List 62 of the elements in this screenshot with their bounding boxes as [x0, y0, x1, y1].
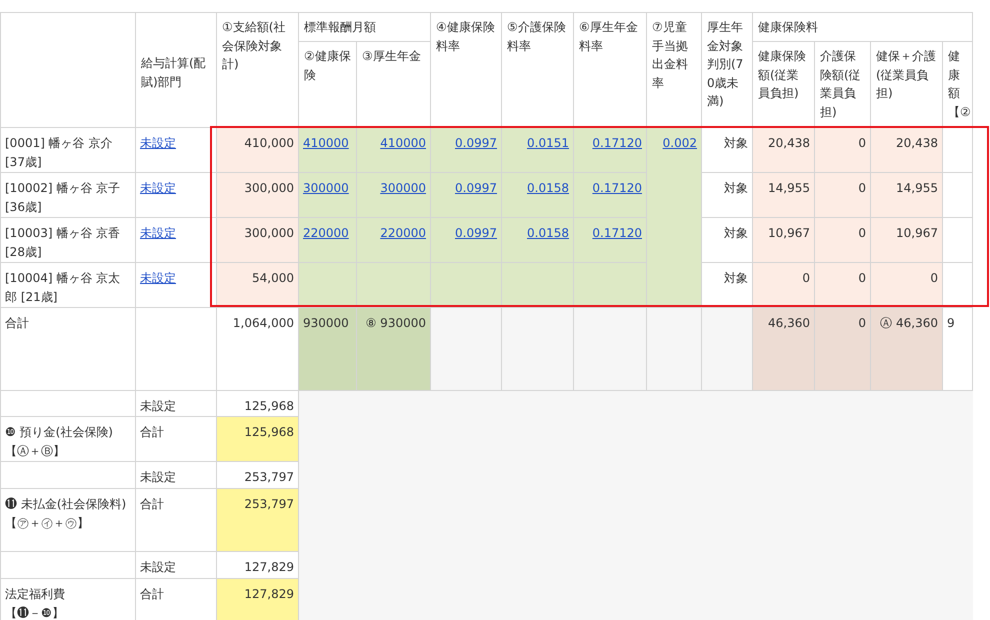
- employee-name: [0001] 幡ヶ谷 京介 [37歳]: [0, 128, 136, 172]
- rate-link[interactable]: 0.17120: [592, 226, 642, 240]
- column-header: 健康保険料: [752, 12, 972, 42]
- table-cell: 14,955: [752, 172, 814, 218]
- employee-name: [10004] 幡ヶ谷 京太郎 [21歳]: [0, 262, 136, 308]
- table-cell: 46,360: [752, 308, 814, 390]
- rate-link[interactable]: 0.0997: [455, 226, 497, 240]
- rate-link[interactable]: 0.0158: [527, 181, 569, 195]
- rate-link[interactable]: 410000: [303, 136, 349, 150]
- formula-label: 【㋐＋㋑＋㋒】: [5, 514, 89, 532]
- table-cell: 127,829: [216, 578, 298, 620]
- table-cell: 410,000: [216, 128, 298, 172]
- table-cell: 0: [752, 262, 814, 308]
- rate-link[interactable]: 0.0997: [455, 181, 497, 195]
- total-label: 合計: [0, 308, 136, 390]
- formula-label: 【Ⓐ＋Ⓑ】: [5, 442, 65, 460]
- row-label: 法定福利費: [5, 586, 65, 603]
- employee-name: [10002] 幡ヶ谷 京子 [36歳]: [0, 172, 136, 218]
- table-cell: 20,438: [752, 128, 814, 172]
- department-link[interactable]: 未設定: [140, 226, 176, 240]
- rate-link[interactable]: 0.0158: [527, 226, 569, 240]
- table-cell: 0: [814, 262, 870, 308]
- department-link[interactable]: 未設定: [140, 181, 176, 195]
- employee-name: [10003] 幡ヶ谷 京香 [28歳]: [0, 218, 136, 262]
- table-cell: 0: [870, 262, 942, 308]
- table-cell: 300,000: [216, 218, 298, 262]
- table-cell: 0: [814, 128, 870, 172]
- rate-link[interactable]: 0.17120: [592, 136, 642, 150]
- department-link[interactable]: 未設定: [140, 271, 176, 285]
- table-cell: 0: [814, 172, 870, 218]
- table-cell: 125,968: [216, 416, 298, 462]
- table-cell: 未設定: [136, 552, 216, 578]
- rate-link[interactable]: 0.002: [662, 136, 697, 150]
- table-cell: 0: [814, 308, 870, 390]
- table-cell: 未設定: [136, 390, 216, 416]
- row-label: ⓫ 未払金(社会保険料): [5, 496, 126, 513]
- rate-link[interactable]: 300000: [380, 181, 426, 195]
- rate-link[interactable]: 300000: [303, 181, 349, 195]
- rate-link[interactable]: 410000: [380, 136, 426, 150]
- table-cell: 14,955: [870, 172, 942, 218]
- column-header: 給与計算(配賦)部門: [136, 12, 216, 128]
- formula-label: 【⓫－❿】: [5, 604, 64, 620]
- column-header: 厚生年金対象判別(70歳未満): [702, 12, 752, 128]
- table-cell: 253,797: [216, 488, 298, 552]
- department-link[interactable]: 未設定: [140, 136, 176, 150]
- table-cell: 0: [814, 218, 870, 262]
- table-cell: 54,000: [216, 262, 298, 308]
- rate-link[interactable]: 0.0997: [455, 136, 497, 150]
- table-cell: 930000: [298, 308, 356, 390]
- table-cell: ⑧ 930000: [356, 308, 430, 390]
- column-header: 標準報酬月額: [298, 12, 430, 42]
- table-cell: 300,000: [216, 172, 298, 218]
- rate-link[interactable]: 220000: [380, 226, 426, 240]
- table-cell: 10,967: [870, 218, 942, 262]
- row-label: ❿ 預り金(社会保険): [5, 424, 113, 441]
- rate-link[interactable]: 0.17120: [592, 181, 642, 195]
- table-cell: 20,438: [870, 128, 942, 172]
- table-cell: 未設定: [136, 462, 216, 488]
- table-cell: Ⓐ 46,360: [870, 308, 942, 390]
- rate-link[interactable]: 220000: [303, 226, 349, 240]
- table-cell: 10,967: [752, 218, 814, 262]
- rate-link[interactable]: 0.0151: [527, 136, 569, 150]
